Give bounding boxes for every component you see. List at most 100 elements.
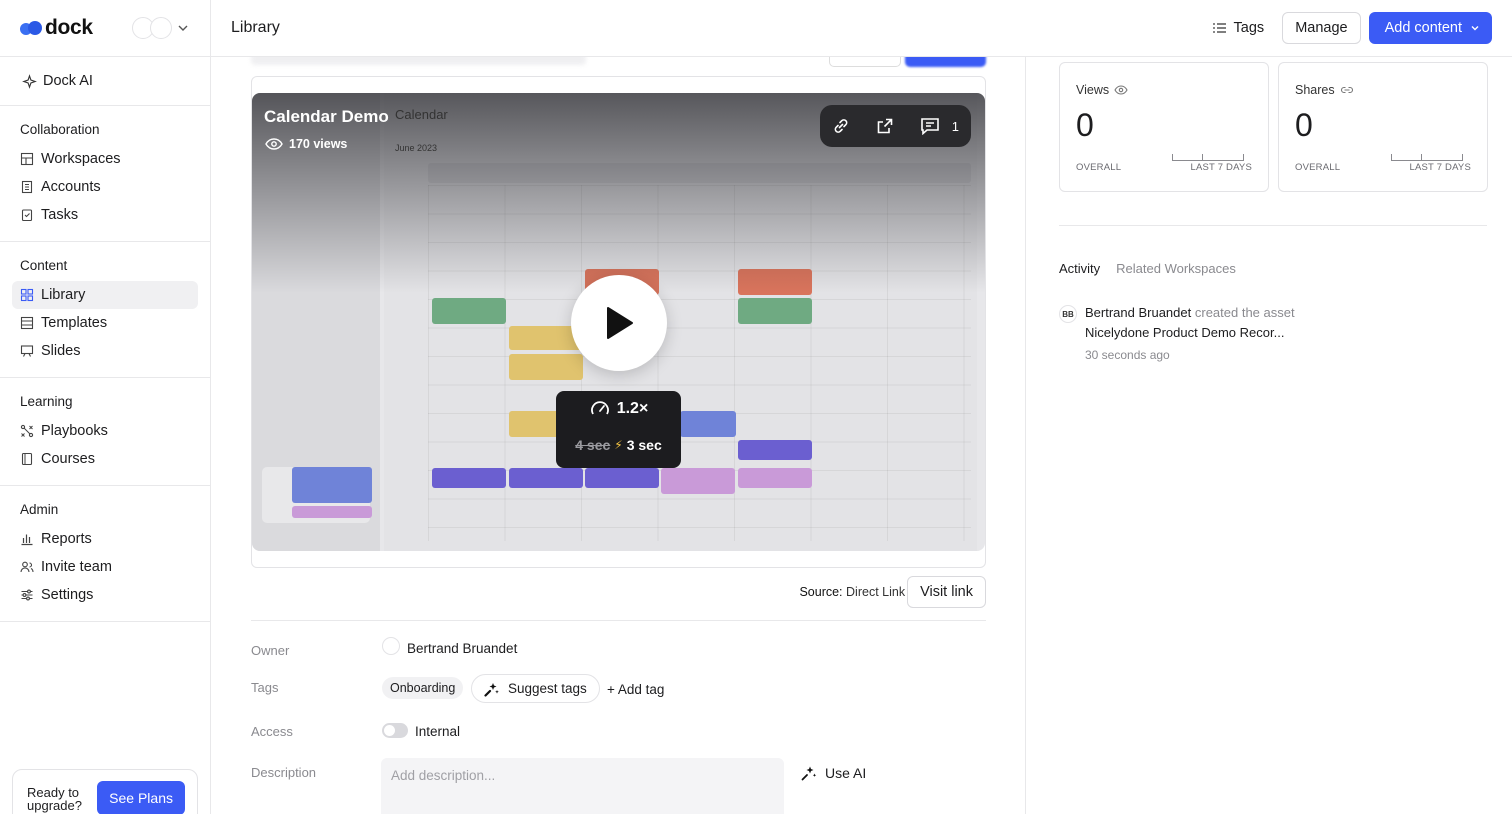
new-duration: 3 sec <box>626 437 662 453</box>
owner-label: Owner <box>251 643 290 658</box>
original-duration: 4 sec <box>575 437 611 453</box>
source-row: Source: Direct Link Visit link <box>211 576 986 608</box>
time-saved-row: 4 sec ⚡ 3 sec <box>556 437 681 453</box>
comment-icon <box>920 118 939 135</box>
video-frame-event <box>680 411 736 437</box>
building-icon <box>21 180 33 194</box>
video-frame-month: June 2023 <box>395 143 438 153</box>
tag-chip[interactable]: Onboarding <box>382 677 464 699</box>
sidebar-item-templates[interactable]: Templates <box>12 309 198 337</box>
workspace-avatar <box>150 17 172 39</box>
activity-asset-link[interactable]: Nicelydone Product Demo Recor... <box>1085 325 1284 340</box>
activity-item: Bertrand Bruandet created the asset <box>1085 305 1295 320</box>
page-title: Library <box>231 19 280 36</box>
tags-button-label: Tags <box>1233 20 1265 36</box>
sidebar-item-playbooks[interactable]: Playbooks <box>12 417 198 445</box>
upgrade-card: Ready to upgrade? See Plans <box>12 769 198 814</box>
access-label: Access <box>251 724 293 739</box>
activity-time: 30 seconds ago <box>1085 348 1170 362</box>
sidebar-item-settings[interactable]: Settings <box>12 581 198 609</box>
playbook-icon <box>20 424 34 438</box>
clipboard-icon <box>21 209 33 222</box>
comment-count: 1 <box>951 118 959 134</box>
activity-actor: Bertrand Bruandet <box>1085 305 1192 320</box>
dock-ai-label: Dock AI <box>43 73 93 89</box>
bar-chart-icon <box>21 534 33 546</box>
video-player[interactable]: Calendar June 2023 Calendar Demo 170 vie… <box>252 93 985 551</box>
tags-button[interactable]: Tags <box>1212 20 1265 36</box>
visit-link-button[interactable]: Visit link <box>907 576 986 608</box>
brand-name: dock <box>45 16 93 39</box>
see-plans-button[interactable]: See Plans <box>97 781 185 814</box>
sparkle-wand-icon <box>801 766 817 781</box>
top-bar: Library Tags Manage Add content <box>211 0 1512 57</box>
sidebar-item-label: Tasks <box>41 207 79 223</box>
nav-section-learning: Learning Playbooks Courses <box>0 378 210 486</box>
tab-activity[interactable]: Activity <box>1059 261 1100 276</box>
sidebar-item-label: Reports <box>41 531 92 547</box>
lightning-icon: ⚡ <box>614 438 623 452</box>
library-grid-icon <box>20 288 34 302</box>
brand-bar: dock <box>0 0 210 57</box>
video-frame-event <box>738 468 812 488</box>
sidebar-item-label: Playbooks <box>41 423 108 439</box>
nav-section-content: Content Library Templates Slides <box>0 242 210 378</box>
dock-ai-link[interactable]: Dock AI <box>0 57 210 106</box>
sidebar-item-invite-team[interactable]: Invite team <box>12 553 198 581</box>
sidebar-item-library[interactable]: Library <box>12 281 198 309</box>
source-value: Direct Link <box>846 585 906 599</box>
description-input[interactable]: Add description... <box>381 758 784 814</box>
shares-label-text: Shares <box>1295 83 1335 97</box>
sidebar-item-tasks[interactable]: Tasks <box>12 201 198 229</box>
play-button[interactable] <box>571 275 667 371</box>
access-toggle[interactable] <box>382 723 408 738</box>
video-frame-event <box>432 468 506 488</box>
magic-wand-icon <box>484 682 499 697</box>
chevron-down-icon <box>1471 26 1479 31</box>
insights-panel: Views 0 OVERALL LAST 7 DAYS Shares 0 OVE… <box>1027 37 1512 814</box>
views-footer: OVERALL LAST 7 DAYS <box>1076 162 1252 173</box>
suggest-tags-label: Suggest tags <box>508 681 587 696</box>
sliders-icon <box>21 589 33 601</box>
nav-section-collaboration: Collaboration Workspaces Accounts Tasks <box>0 106 210 242</box>
comments-button[interactable]: 1 <box>920 117 959 135</box>
link-icon[interactable] <box>832 117 850 135</box>
sidebar-item-courses[interactable]: Courses <box>12 445 198 473</box>
external-link-icon[interactable] <box>876 117 894 135</box>
owner-value[interactable]: Bertrand Bruandet <box>407 641 517 656</box>
template-icon <box>20 316 34 330</box>
sidebar: dock Dock AI Collaboration Workspaces Ac… <box>0 0 211 814</box>
source-text: Source: Direct Link <box>799 585 905 599</box>
add-tag-button[interactable]: + Add tag <box>607 682 664 697</box>
workspace-switcher[interactable] <box>132 17 190 39</box>
manage-button[interactable]: Manage <box>1282 12 1361 44</box>
tab-related-workspaces[interactable]: Related Workspaces <box>1116 261 1236 276</box>
activity-verb: created the asset <box>1194 305 1295 320</box>
speed-value: 1.2× <box>616 400 649 417</box>
video-frame-event <box>738 440 812 460</box>
sidebar-item-reports[interactable]: Reports <box>12 525 198 553</box>
shares-period-label: LAST 7 DAYS <box>1409 162 1471 173</box>
video-frame-event <box>509 468 583 488</box>
suggest-tags-button[interactable]: Suggest tags <box>471 674 600 703</box>
sidebar-item-label: Accounts <box>41 179 101 195</box>
use-ai-button[interactable]: Use AI <box>801 765 866 781</box>
scrolled-action-button[interactable] <box>829 57 901 67</box>
sidebar-item-slides[interactable]: Slides <box>12 337 198 365</box>
sidebar-item-accounts[interactable]: Accounts <box>12 173 198 201</box>
sidebar-item-label: Courses <box>41 451 95 467</box>
access-value: Internal <box>415 724 461 739</box>
sidebar-item-workspaces[interactable]: Workspaces <box>12 145 198 173</box>
video-views-label: 170 views <box>289 137 348 151</box>
scrolled-primary-button[interactable] <box>905 57 986 67</box>
playback-speed-badge[interactable]: 1.2× 4 sec ⚡ 3 sec <box>556 391 681 468</box>
speed-row: 1.2× <box>556 399 681 419</box>
add-content-label: Add content <box>1384 20 1462 36</box>
avatar: BB <box>1059 305 1077 323</box>
video-toolbar: 1 <box>820 105 971 147</box>
sidebar-item-label: Settings <box>41 587 94 603</box>
shares-card: Shares 0 OVERALL LAST 7 DAYS <box>1278 62 1488 192</box>
views-label-text: Views <box>1076 83 1110 97</box>
add-content-button[interactable]: Add content <box>1368 12 1492 44</box>
video-view-count: 170 views <box>265 137 347 151</box>
